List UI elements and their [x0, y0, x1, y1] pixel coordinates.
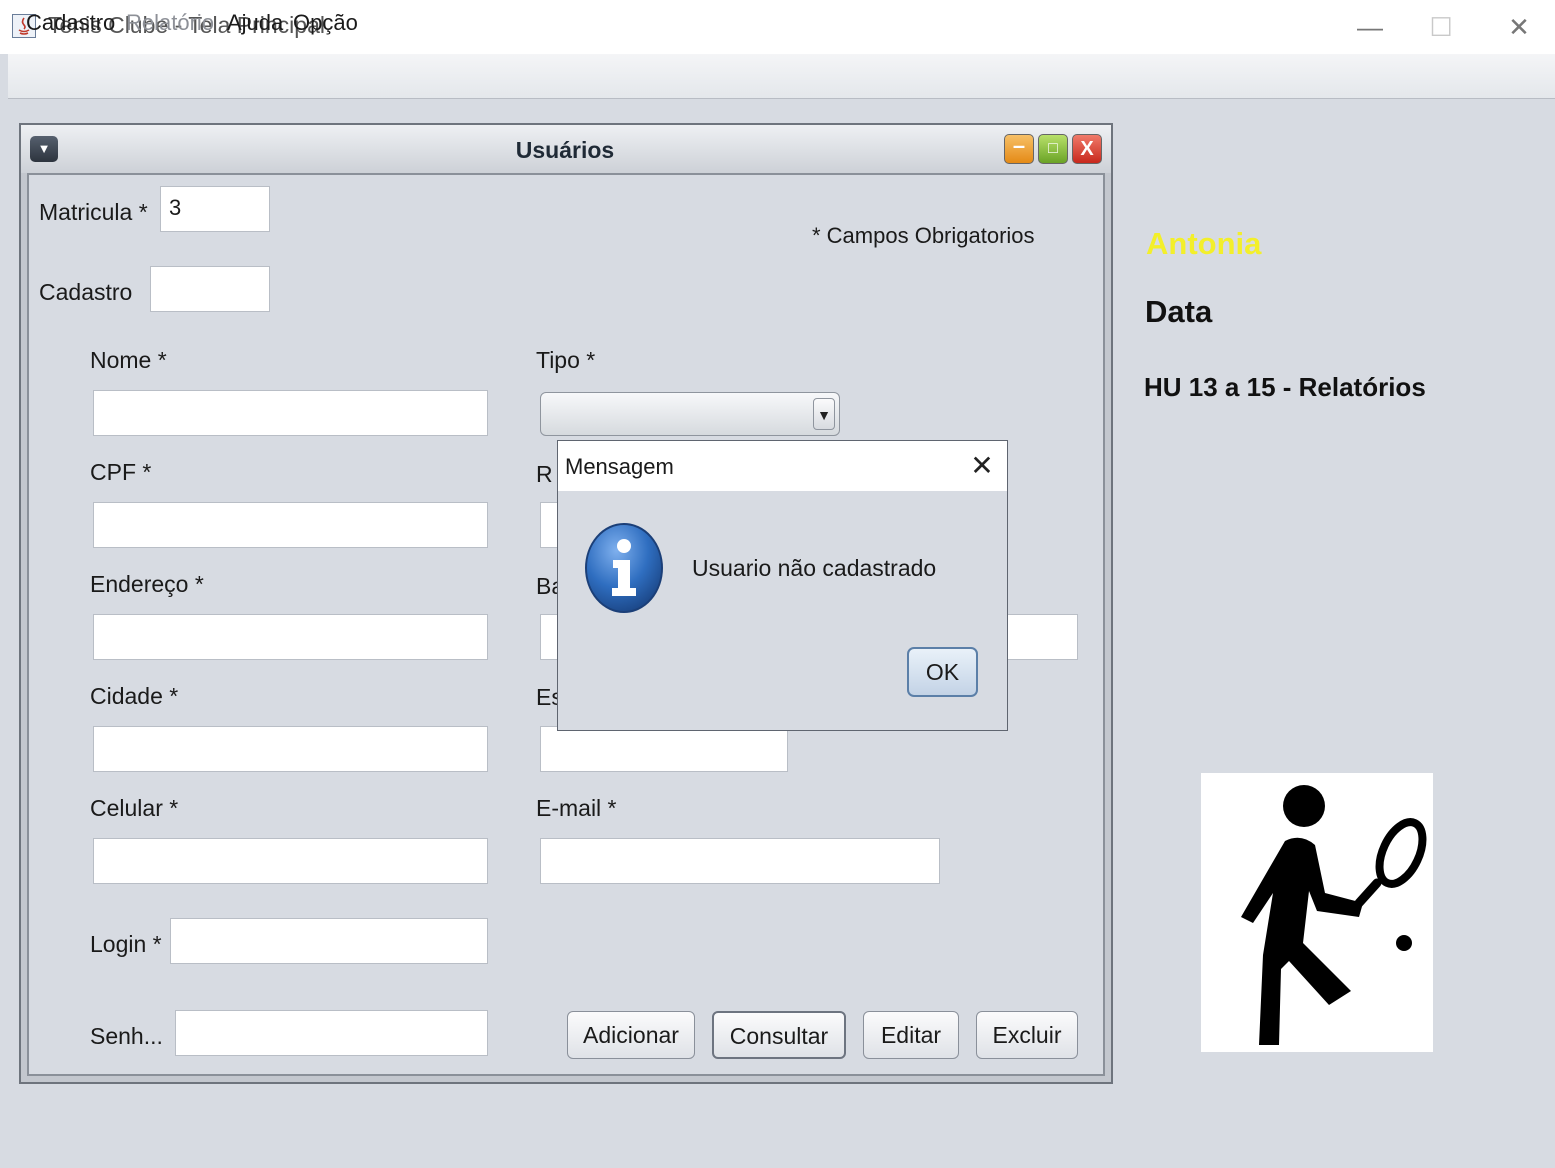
chevron-down-icon[interactable]: ▼	[813, 398, 835, 430]
login-field[interactable]	[170, 918, 488, 964]
frame-maximize-button[interactable]: □	[1038, 134, 1068, 164]
celular-label: Celular *	[90, 795, 179, 821]
internal-frame-title: Usuários	[515, 137, 615, 163]
minimize-button[interactable]: —	[1347, 8, 1393, 46]
endereco-label: Endereço *	[90, 571, 204, 597]
frame-minimize-button[interactable]: –	[1004, 134, 1034, 164]
menu-opcao[interactable]: Opção	[293, 10, 358, 36]
menu-relatorio[interactable]: Relatório	[126, 10, 214, 36]
menu-bar	[8, 54, 1555, 99]
cadastro-label: Cadastro	[39, 279, 133, 305]
logged-user-name: Antonia	[1146, 226, 1262, 261]
cadastro-field[interactable]	[150, 266, 270, 312]
matricula-field[interactable]: 3	[160, 186, 270, 232]
dialog-message: Usuario não cadastrado	[692, 555, 937, 581]
senha-label: Senh...	[90, 1023, 163, 1049]
celular-field[interactable]	[93, 838, 488, 884]
hu-subtitle: HU 13 a 15 - Relatórios	[1144, 372, 1426, 402]
information-icon	[584, 522, 664, 614]
senha-field[interactable]	[175, 1010, 488, 1056]
dialog-title: Mensagem	[565, 454, 674, 479]
close-button[interactable]: ✕	[1496, 8, 1542, 46]
tennis-player-icon	[1201, 773, 1433, 1052]
dialog-close-button[interactable]: ✕	[962, 448, 1002, 484]
required-fields-note: * Campos Obrigatorios	[812, 223, 1035, 248]
cpf-label: CPF *	[90, 459, 152, 485]
estado-field[interactable]	[540, 726, 788, 772]
tipo-label: Tipo *	[536, 347, 596, 373]
rg-label: R	[536, 461, 553, 487]
frame-close-button[interactable]: X	[1072, 134, 1102, 164]
ok-button[interactable]: OK	[907, 647, 978, 697]
tipo-combobox[interactable]	[540, 392, 840, 436]
editar-button[interactable]: Editar	[863, 1011, 959, 1059]
endereco-field[interactable]	[93, 614, 488, 660]
maximize-button[interactable]: ☐	[1418, 8, 1464, 46]
login-label: Login *	[90, 931, 162, 957]
nome-label: Nome *	[90, 347, 167, 373]
cidade-field[interactable]	[93, 726, 488, 772]
cidade-label: Cidade *	[90, 683, 179, 709]
menu-ajuda[interactable]: Ajuda	[227, 10, 283, 36]
email-label: E-mail *	[536, 795, 617, 821]
matricula-label: Matricula *	[39, 199, 148, 225]
consultar-button[interactable]: Consultar	[712, 1011, 846, 1059]
adicionar-button[interactable]: Adicionar	[567, 1011, 695, 1059]
nome-field[interactable]	[93, 390, 488, 436]
menu-cadastro[interactable]: Cadastro	[26, 10, 115, 36]
email-field[interactable]	[540, 838, 940, 884]
excluir-button[interactable]: Excluir	[976, 1011, 1078, 1059]
date-label: Data	[1145, 294, 1213, 329]
cpf-field[interactable]	[93, 502, 488, 548]
